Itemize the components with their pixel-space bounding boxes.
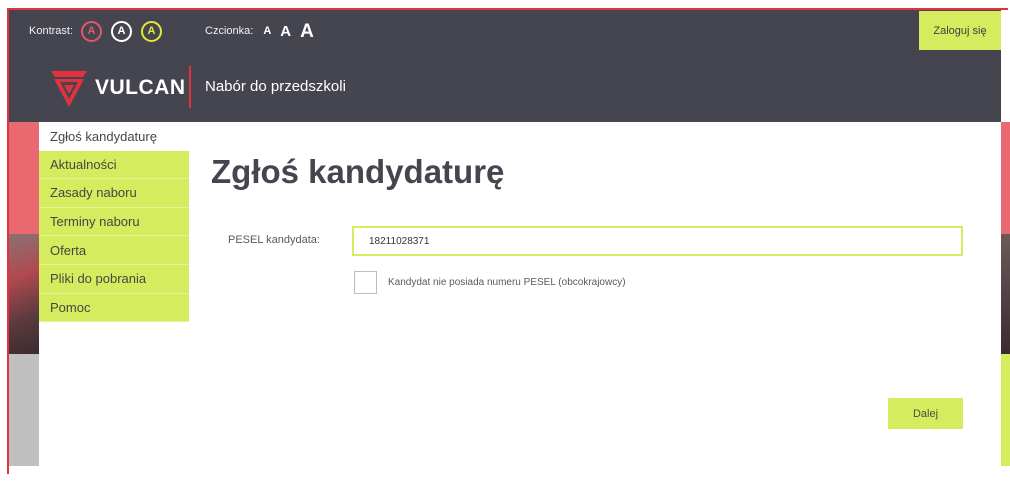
no-pesel-label: Kandydat nie posiada numeru PESEL (obcok… (388, 277, 626, 288)
contrast-red-button[interactable]: A (81, 20, 103, 42)
accessibility-toolbar: Kontrast: A A A Czcionka: A A A (29, 20, 323, 42)
sidebar-item-zasady-naboru[interactable]: Zasady naboru (39, 179, 189, 208)
next-button[interactable]: Dalej (888, 398, 963, 429)
vulcan-logo[interactable]: VULCAN (47, 66, 186, 110)
font-size-label: Czcionka: (205, 25, 254, 37)
pesel-input[interactable] (352, 226, 963, 256)
sidebar-item-pliki-do-pobrania[interactable]: Pliki do pobrania (39, 264, 189, 294)
decor-strip-left-photo (9, 234, 39, 354)
contrast-white-button[interactable]: A (111, 20, 133, 42)
sidebar-item-zglos-kandydature[interactable]: Zgłoś kandydaturę (39, 122, 189, 151)
font-size-small-button[interactable]: A (263, 25, 271, 37)
decor-strip-right-photo (1001, 234, 1010, 354)
page-title: Zgłoś kandydaturę (211, 153, 505, 190)
login-button[interactable]: Zaloguj się (919, 11, 1001, 50)
decor-strip-right-red (1001, 122, 1010, 234)
font-size-medium-button[interactable]: A (280, 24, 291, 39)
contrast-yellow-button[interactable]: A (141, 20, 163, 42)
no-pesel-checkbox[interactable] (354, 271, 377, 294)
sidebar-item-terminy-naboru[interactable]: Terminy naboru (39, 207, 189, 237)
sidebar-nav: Zgłoś kandydaturę Aktualności Zasady nab… (39, 122, 189, 323)
app-title: Nabór do przedszkoli (205, 78, 346, 95)
sidebar-item-oferta[interactable]: Oferta (39, 236, 189, 265)
header-divider (189, 66, 191, 108)
decor-strip-right-green (1001, 354, 1010, 466)
sidebar-item-aktualnosci[interactable]: Aktualności (39, 150, 189, 180)
font-size-large-button[interactable]: A (300, 22, 314, 41)
decor-strip-left-gray (9, 354, 39, 466)
pesel-label: PESEL kandydata: (228, 234, 320, 246)
vulcan-shield-icon (51, 71, 87, 107)
decor-strip-left-red (9, 122, 39, 234)
logo-text: VULCAN (95, 76, 186, 99)
sidebar-item-pomoc[interactable]: Pomoc (39, 293, 189, 323)
contrast-label: Kontrast: (29, 25, 74, 37)
